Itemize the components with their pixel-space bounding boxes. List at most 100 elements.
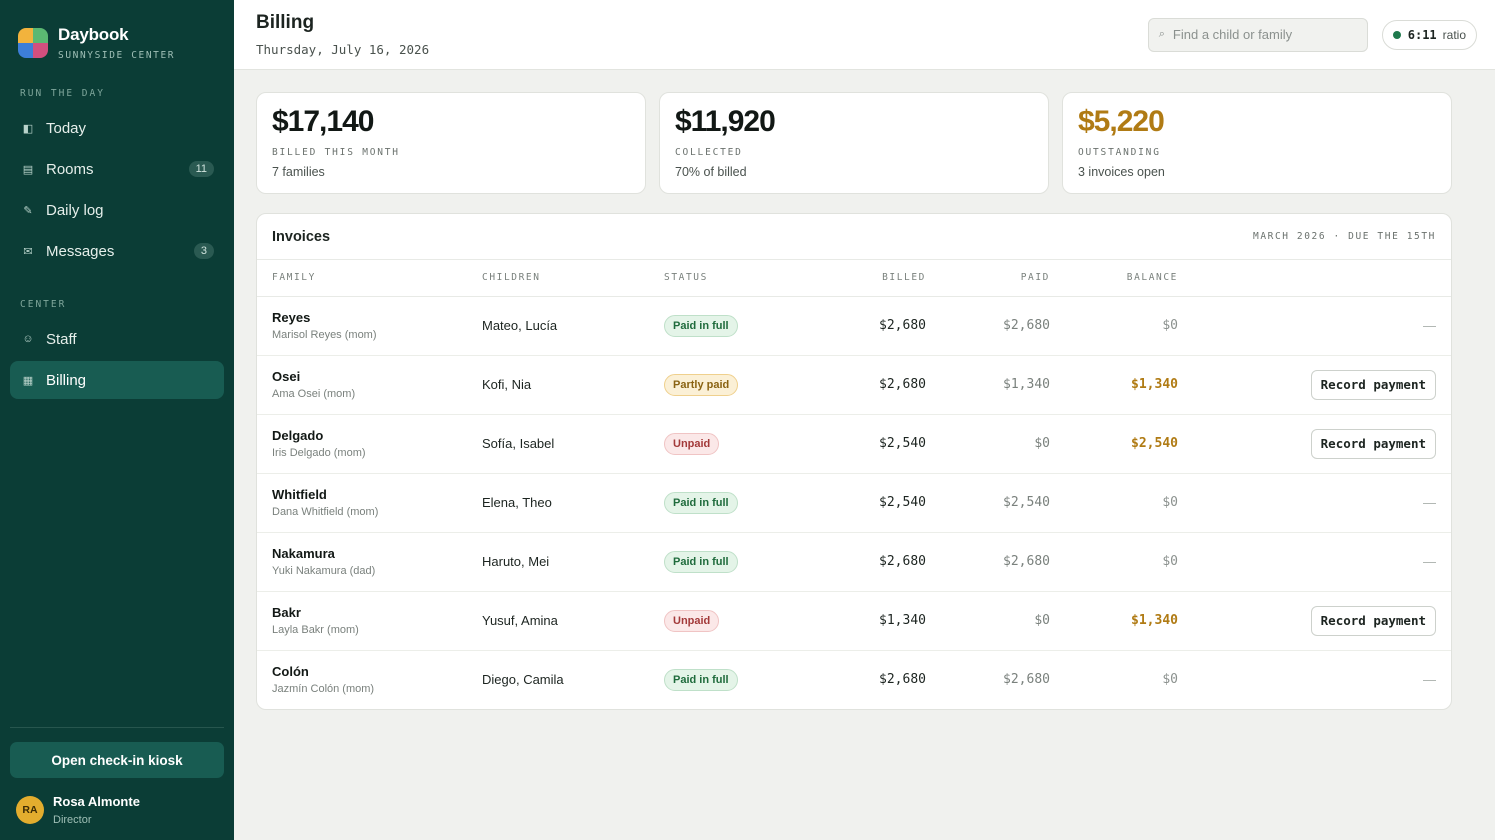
search-icon: ⌕ [1158, 28, 1165, 40]
stat-value: $5,220 [1078, 105, 1165, 138]
billed-amount: $2,680 [774, 296, 926, 356]
record-payment-button[interactable]: Record payment [1310, 605, 1436, 636]
logo-icon [18, 28, 48, 58]
children-names: Haruto, Mei [482, 532, 664, 592]
family-name: Nakamura [272, 546, 335, 561]
stat-subtext: 70% of billed [675, 165, 747, 179]
rooms-icon: ▤ [22, 163, 34, 176]
family-name: Delgado [272, 428, 324, 443]
balance-amount: $0 [1050, 532, 1178, 592]
sidebar-item-label: Staff [46, 330, 77, 348]
family-contact: Marisol Reyes (mom) [272, 329, 377, 341]
status-badge: Paid in full [664, 550, 738, 573]
record-payment-button[interactable]: Record payment [1310, 369, 1436, 400]
billed-amount: $1,340 [774, 591, 926, 651]
family-name: Colón [272, 664, 309, 680]
envelope-icon: ✉ [23, 245, 33, 258]
user-role: Director [53, 814, 92, 826]
column-header-paid: PAID [926, 260, 1050, 297]
paid-amount: $0 [926, 591, 1050, 651]
family-contact: Jazmín Colón (mom) [272, 683, 375, 696]
children-names: Yusuf, Amina [482, 591, 664, 651]
sidebar-item-label: Messages [46, 242, 115, 260]
stat-value: $11,920 [675, 105, 776, 138]
balance-amount: $1,340 [1050, 591, 1178, 651]
family-name: Osei [272, 369, 301, 384]
no-action-dash: — [1423, 318, 1436, 333]
smiley-icon: ☺ [22, 333, 34, 345]
status-badge: Paid in full [664, 314, 738, 337]
search-box[interactable]: ⌕ [1147, 17, 1368, 52]
stat-value: $17,140 [272, 105, 374, 138]
billed-amount: $2,540 [774, 473, 926, 533]
column-header-children: CHILDREN [482, 260, 664, 297]
family-contact: Yuki Nakamura (dad) [272, 565, 376, 577]
grid-icon: ▦ [22, 374, 34, 387]
family-contact: Ama Osei (mom) [272, 388, 356, 400]
stat-label: BILLED THIS MONTH [272, 147, 400, 158]
sidebar-item-staff[interactable]: ☺ Staff [10, 320, 224, 358]
user-name: Rosa Almonte [53, 794, 140, 809]
invoices-title: Invoices [272, 228, 331, 245]
table-row: Colón Jazmín Colón (mom) Diego, Camila Paid… [257, 650, 1451, 709]
stat-subtext: 7 families [272, 165, 325, 179]
sidebar-footer: Open check-in kiosk RA Rosa Almonte Dire… [10, 727, 224, 840]
sidebar-item-label: Daily log [46, 201, 104, 219]
family-name: Whitfield [272, 487, 327, 502]
user-profile[interactable]: RA Rosa Almonte Director [10, 778, 224, 840]
billed-amount: $2,540 [774, 414, 926, 474]
sidebar: Daybook SUNNYSIDE CENTER RUN THE DAY ◧ T… [0, 0, 234, 840]
invoices-panel: Invoices MARCH 2026 · DUE THE 15TH FAMIL… [256, 213, 1452, 710]
stat-label: COLLECTED [675, 147, 743, 158]
billed-amount: $2,680 [774, 532, 926, 592]
paid-amount: $2,680 [926, 296, 1050, 356]
sidebar-item-label: Rooms [46, 160, 94, 178]
no-action-dash: — [1423, 672, 1436, 688]
sidebar-item-billing[interactable]: ▦ Billing [10, 361, 224, 399]
balance-amount: $0 [1162, 672, 1178, 688]
balance-amount: $2,540 [1050, 414, 1178, 474]
sidebar-item-messages[interactable]: ✉ Messages 3 [10, 232, 224, 270]
messages-count-badge: 3 [193, 243, 214, 259]
ratio-value: 6:11 [1407, 27, 1437, 42]
stat-card-outstanding: $5,220 OUTSTANDING 3 invoices open [1062, 92, 1452, 194]
children-names: Diego, Camila [482, 672, 564, 688]
family-contact: Iris Delgado (mom) [272, 447, 366, 459]
page-date: Thursday, July 16, 2026 [256, 42, 430, 57]
stat-label: OUTSTANDING [1078, 147, 1161, 158]
paid-amount: $2,540 [926, 473, 1050, 533]
search-input[interactable] [1172, 27, 1343, 42]
column-header-family: FAMILY [257, 260, 482, 297]
column-header-billed: BILLED [774, 260, 926, 297]
sidebar-item-rooms[interactable]: ▤ Rooms 11 [10, 150, 224, 188]
column-header-balance: BALANCE [1050, 260, 1178, 297]
brand-subtitle: SUNNYSIDE CENTER [58, 50, 176, 61]
sidebar-item-today[interactable]: ◧ Today [10, 109, 224, 147]
table-row: Reyes Marisol Reyes (mom) Mateo, Lucía Paid… [257, 296, 1451, 356]
brand-name: Daybook [58, 25, 129, 44]
paid-amount: $2,680 [1003, 672, 1050, 688]
balance-amount: $0 [1050, 296, 1178, 356]
balance-amount: $1,340 [1050, 355, 1178, 415]
table-row: Nakamura Yuki Nakamura (dad) Haruto, Mei Pa… [257, 532, 1451, 592]
family-contact: Dana Whitfield (mom) [272, 506, 379, 518]
sidebar-item-daily-log[interactable]: ✎ Daily log [10, 191, 224, 229]
invoices-period: MARCH 2026 · DUE THE 15TH [1253, 231, 1436, 242]
open-kiosk-button[interactable]: Open check-in kiosk [10, 742, 224, 778]
main-area: Billing Thursday, July 16, 2026 ⌕ 6:11 r… [234, 0, 1495, 840]
pencil-icon: ✎ [23, 204, 33, 217]
table-row: Bakr Layla Bakr (mom) Yusuf, Amina Unpaid $1… [257, 591, 1451, 651]
invoices-table: FAMILY CHILDREN STATUS BILLED PAID BALAN… [257, 260, 1451, 709]
today-icon: ◧ [22, 122, 34, 135]
status-badge: Unpaid [664, 432, 720, 455]
brand: Daybook SUNNYSIDE CENTER [0, 0, 234, 66]
table-row: Delgado Iris Delgado (mom) Sofía, Isabel Un… [257, 414, 1451, 474]
record-payment-button[interactable]: Record payment [1310, 428, 1436, 459]
paid-amount: $0 [926, 414, 1050, 474]
children-names: Elena, Theo [482, 473, 664, 533]
billed-amount: $2,680 [879, 672, 926, 688]
avatar: RA [16, 796, 44, 824]
paid-amount: $1,340 [926, 355, 1050, 415]
children-names: Mateo, Lucía [482, 296, 664, 356]
status-badge: Partly paid [664, 373, 739, 396]
